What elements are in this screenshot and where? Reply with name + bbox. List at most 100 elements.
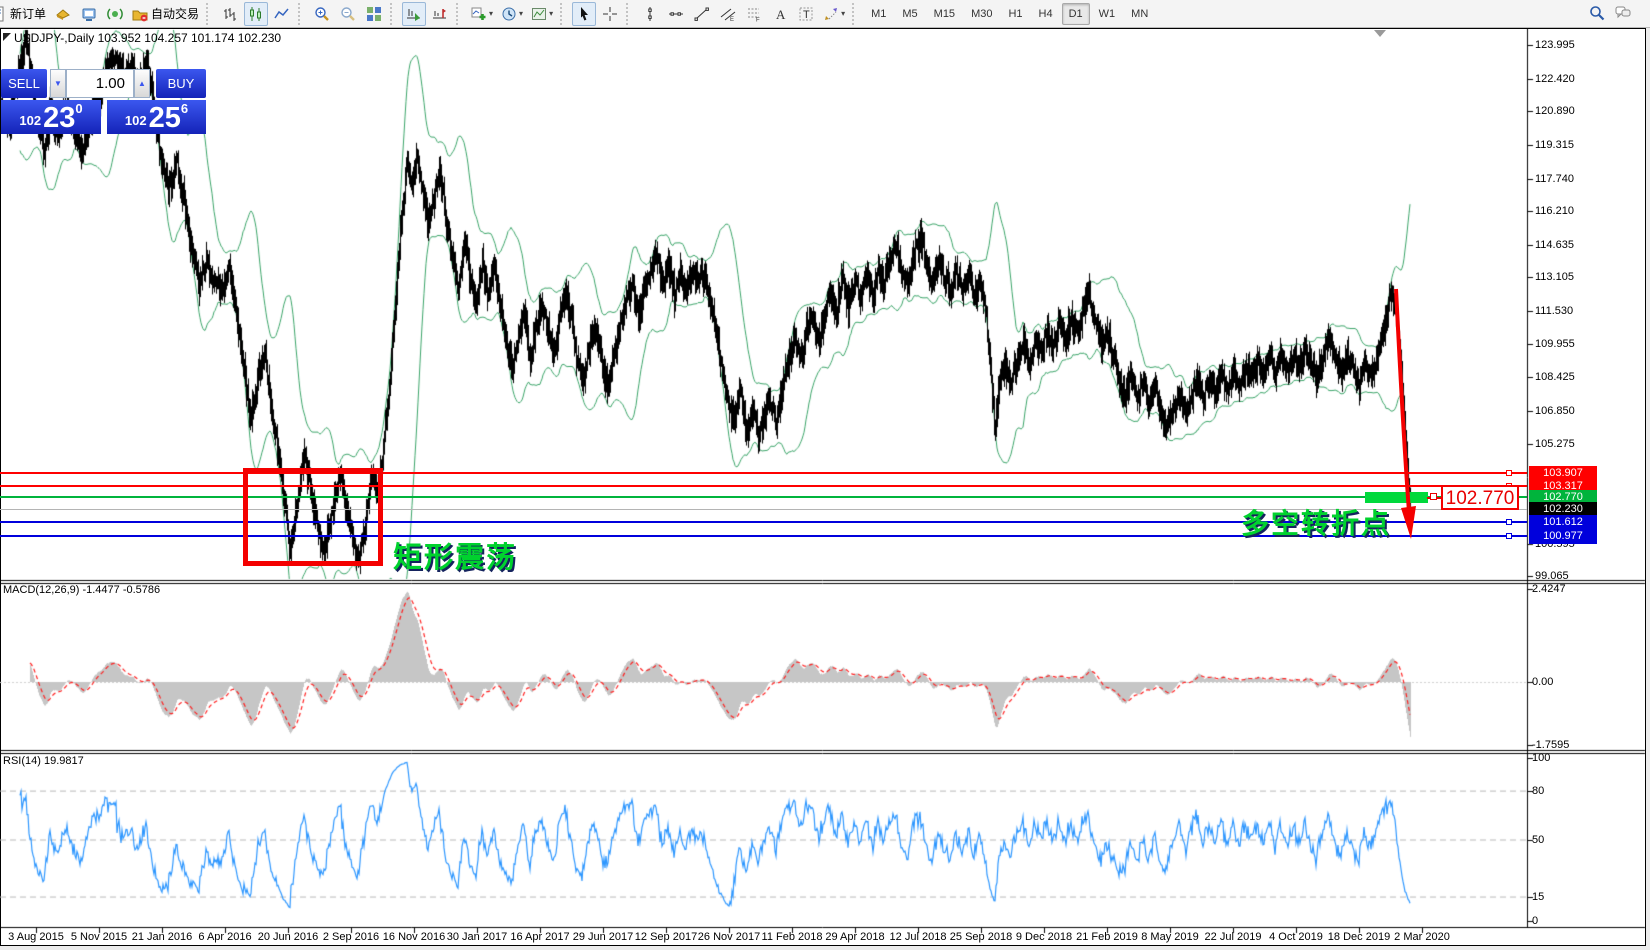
timeframe-m1-button[interactable]: M1 bbox=[864, 3, 893, 25]
new-order-button[interactable]: 新订单 bbox=[0, 2, 49, 26]
zoom-in-button[interactable] bbox=[310, 2, 334, 26]
trendline-button[interactable] bbox=[690, 2, 714, 26]
chart-shift-marker-icon[interactable] bbox=[1374, 30, 1386, 37]
chart-shift-button[interactable] bbox=[428, 2, 452, 26]
timeframe-mn-button[interactable]: MN bbox=[1124, 3, 1155, 25]
dropdown-arrow-icon[interactable]: ▾ bbox=[519, 9, 523, 18]
search-button[interactable] bbox=[1585, 1, 1609, 25]
chat-button[interactable] bbox=[1611, 1, 1635, 25]
tile-windows-button[interactable] bbox=[362, 2, 386, 26]
broadcast-icon bbox=[107, 6, 123, 22]
level-anchor-handle[interactable] bbox=[1506, 470, 1512, 476]
timeframe-w1-button[interactable]: W1 bbox=[1092, 3, 1123, 25]
rectangle-annotation-text[interactable]: 矩形震荡 bbox=[393, 534, 517, 576]
periods-button[interactable]: ▾ bbox=[498, 2, 526, 26]
price-tag-101.612: 101.612 bbox=[1529, 515, 1597, 530]
price-axis-tick: 99.065 bbox=[1535, 570, 1569, 582]
price-axis-tick: 111.530 bbox=[1535, 305, 1573, 317]
text-button[interactable]: A bbox=[768, 2, 792, 26]
buy-price-point: 6 bbox=[181, 101, 188, 116]
sell-button[interactable]: SELL bbox=[1, 69, 47, 98]
macd-label: MACD(12,26,9) -1.4477 -0.5786 bbox=[3, 584, 160, 596]
horizontal-level-line[interactable] bbox=[0, 485, 1527, 487]
terminal-icon bbox=[81, 6, 97, 22]
horizontal-line-button[interactable] bbox=[664, 2, 688, 26]
callout-anchor-handle[interactable] bbox=[1430, 493, 1437, 500]
signals-button[interactable] bbox=[103, 2, 127, 26]
templates-button[interactable]: ▾ bbox=[528, 2, 556, 26]
channel-icon: E bbox=[720, 6, 736, 22]
vertical-line-button[interactable] bbox=[638, 2, 662, 26]
level-anchor-handle[interactable] bbox=[1506, 533, 1512, 539]
autotrade-icon bbox=[132, 6, 148, 22]
volume-decrease-button[interactable]: ▼ bbox=[50, 69, 66, 98]
price-callout-label[interactable]: 102.770 bbox=[1441, 485, 1519, 510]
volume-input[interactable] bbox=[66, 69, 134, 98]
chat-icon bbox=[1615, 5, 1631, 21]
date-axis-label: 2 Sep 2016 bbox=[323, 931, 379, 943]
crosshair-button[interactable] bbox=[598, 2, 622, 26]
arrows-icon bbox=[823, 6, 839, 22]
horizontal-line-icon bbox=[668, 6, 684, 22]
rsi-axis-tick: 100 bbox=[1532, 752, 1550, 764]
date-axis-label: 20 Jun 2016 bbox=[258, 931, 319, 943]
macd-axis-tick: 2.4247 bbox=[1532, 583, 1566, 595]
date-axis-label: 29 Jun 2017 bbox=[573, 931, 634, 943]
label-icon: T bbox=[798, 6, 814, 22]
date-axis-label: 5 Nov 2015 bbox=[71, 931, 127, 943]
auto-scroll-icon bbox=[406, 6, 422, 22]
date-axis-label: 9 Dec 2018 bbox=[1016, 931, 1072, 943]
horizontal-level-line[interactable] bbox=[0, 496, 1527, 498]
fibonacci-button[interactable]: F bbox=[742, 2, 766, 26]
date-axis-label: 12 Jul 2018 bbox=[890, 931, 947, 943]
label-button[interactable]: T bbox=[794, 2, 818, 26]
main-toolbar: 新订单 自动交易 ▾ ▾ ▾ EFAT ▾ M1M5M15M30H1H4D1W1MN bbox=[0, 0, 1650, 28]
timeframe-m30-button[interactable]: M30 bbox=[964, 3, 999, 25]
marketwatch-button[interactable] bbox=[51, 2, 75, 26]
toolbar-separator bbox=[206, 3, 214, 25]
dropdown-arrow-icon[interactable]: ▾ bbox=[841, 9, 845, 18]
date-axis-label: 3 Aug 2015 bbox=[8, 931, 64, 943]
macd-axis-tick: 0.00 bbox=[1532, 676, 1553, 688]
timeframe-m5-button[interactable]: M5 bbox=[895, 3, 924, 25]
volume-increase-button[interactable]: ▲ bbox=[134, 69, 150, 98]
chart-shift-icon bbox=[432, 6, 448, 22]
candlestick-button[interactable] bbox=[244, 2, 268, 26]
indicators-button[interactable]: ▾ bbox=[468, 2, 496, 26]
zoom-out-button[interactable] bbox=[336, 2, 360, 26]
date-axis-label: 29 Apr 2018 bbox=[825, 931, 884, 943]
horizontal-level-line[interactable] bbox=[0, 472, 1527, 474]
sell-price-button[interactable]: 102 23 0 bbox=[1, 100, 101, 134]
toolbar-separator bbox=[456, 3, 464, 25]
zoom-out-icon bbox=[340, 6, 356, 22]
date-axis-label: 2 Mar 2020 bbox=[1394, 931, 1450, 943]
timeframe-h1-button[interactable]: H1 bbox=[1001, 3, 1029, 25]
channel-button[interactable]: E bbox=[716, 2, 740, 26]
timeframe-h4-button[interactable]: H4 bbox=[1032, 3, 1060, 25]
toolbar-separator bbox=[390, 3, 398, 25]
arrows-button[interactable]: ▾ bbox=[820, 2, 848, 26]
oneclick-collapse-icon[interactable] bbox=[3, 33, 11, 41]
buy-price-button[interactable]: 102 25 6 bbox=[107, 100, 206, 134]
cursor-button[interactable] bbox=[572, 2, 596, 26]
rsi-axis-tick: 15 bbox=[1532, 891, 1544, 903]
turning-point-annotation-text[interactable]: 多空转折点 bbox=[1241, 502, 1391, 542]
toolbar-separator bbox=[298, 3, 306, 25]
terminal-button[interactable] bbox=[77, 2, 101, 26]
timeframe-d1-button[interactable]: D1 bbox=[1062, 3, 1090, 25]
level-anchor-handle[interactable] bbox=[1506, 519, 1512, 525]
line-chart-button[interactable] bbox=[270, 2, 294, 26]
date-axis-label: 26 Nov 2017 bbox=[698, 931, 760, 943]
autotrading-button[interactable]: 自动交易 bbox=[129, 2, 202, 26]
price-axis-tick: 116.210 bbox=[1535, 205, 1574, 217]
auto-scroll-button[interactable] bbox=[402, 2, 426, 26]
date-axis-label: 12 Sep 2017 bbox=[635, 931, 697, 943]
dropdown-arrow-icon[interactable]: ▾ bbox=[549, 9, 553, 18]
bar-chart-button[interactable] bbox=[218, 2, 242, 26]
sell-price-point: 0 bbox=[75, 101, 82, 116]
timeframe-m15-button[interactable]: M15 bbox=[927, 3, 962, 25]
date-axis-label: 11 Feb 2018 bbox=[762, 931, 823, 943]
rectangle-drawing[interactable] bbox=[243, 468, 383, 566]
dropdown-arrow-icon[interactable]: ▾ bbox=[489, 9, 493, 18]
buy-button[interactable]: BUY bbox=[156, 69, 206, 98]
